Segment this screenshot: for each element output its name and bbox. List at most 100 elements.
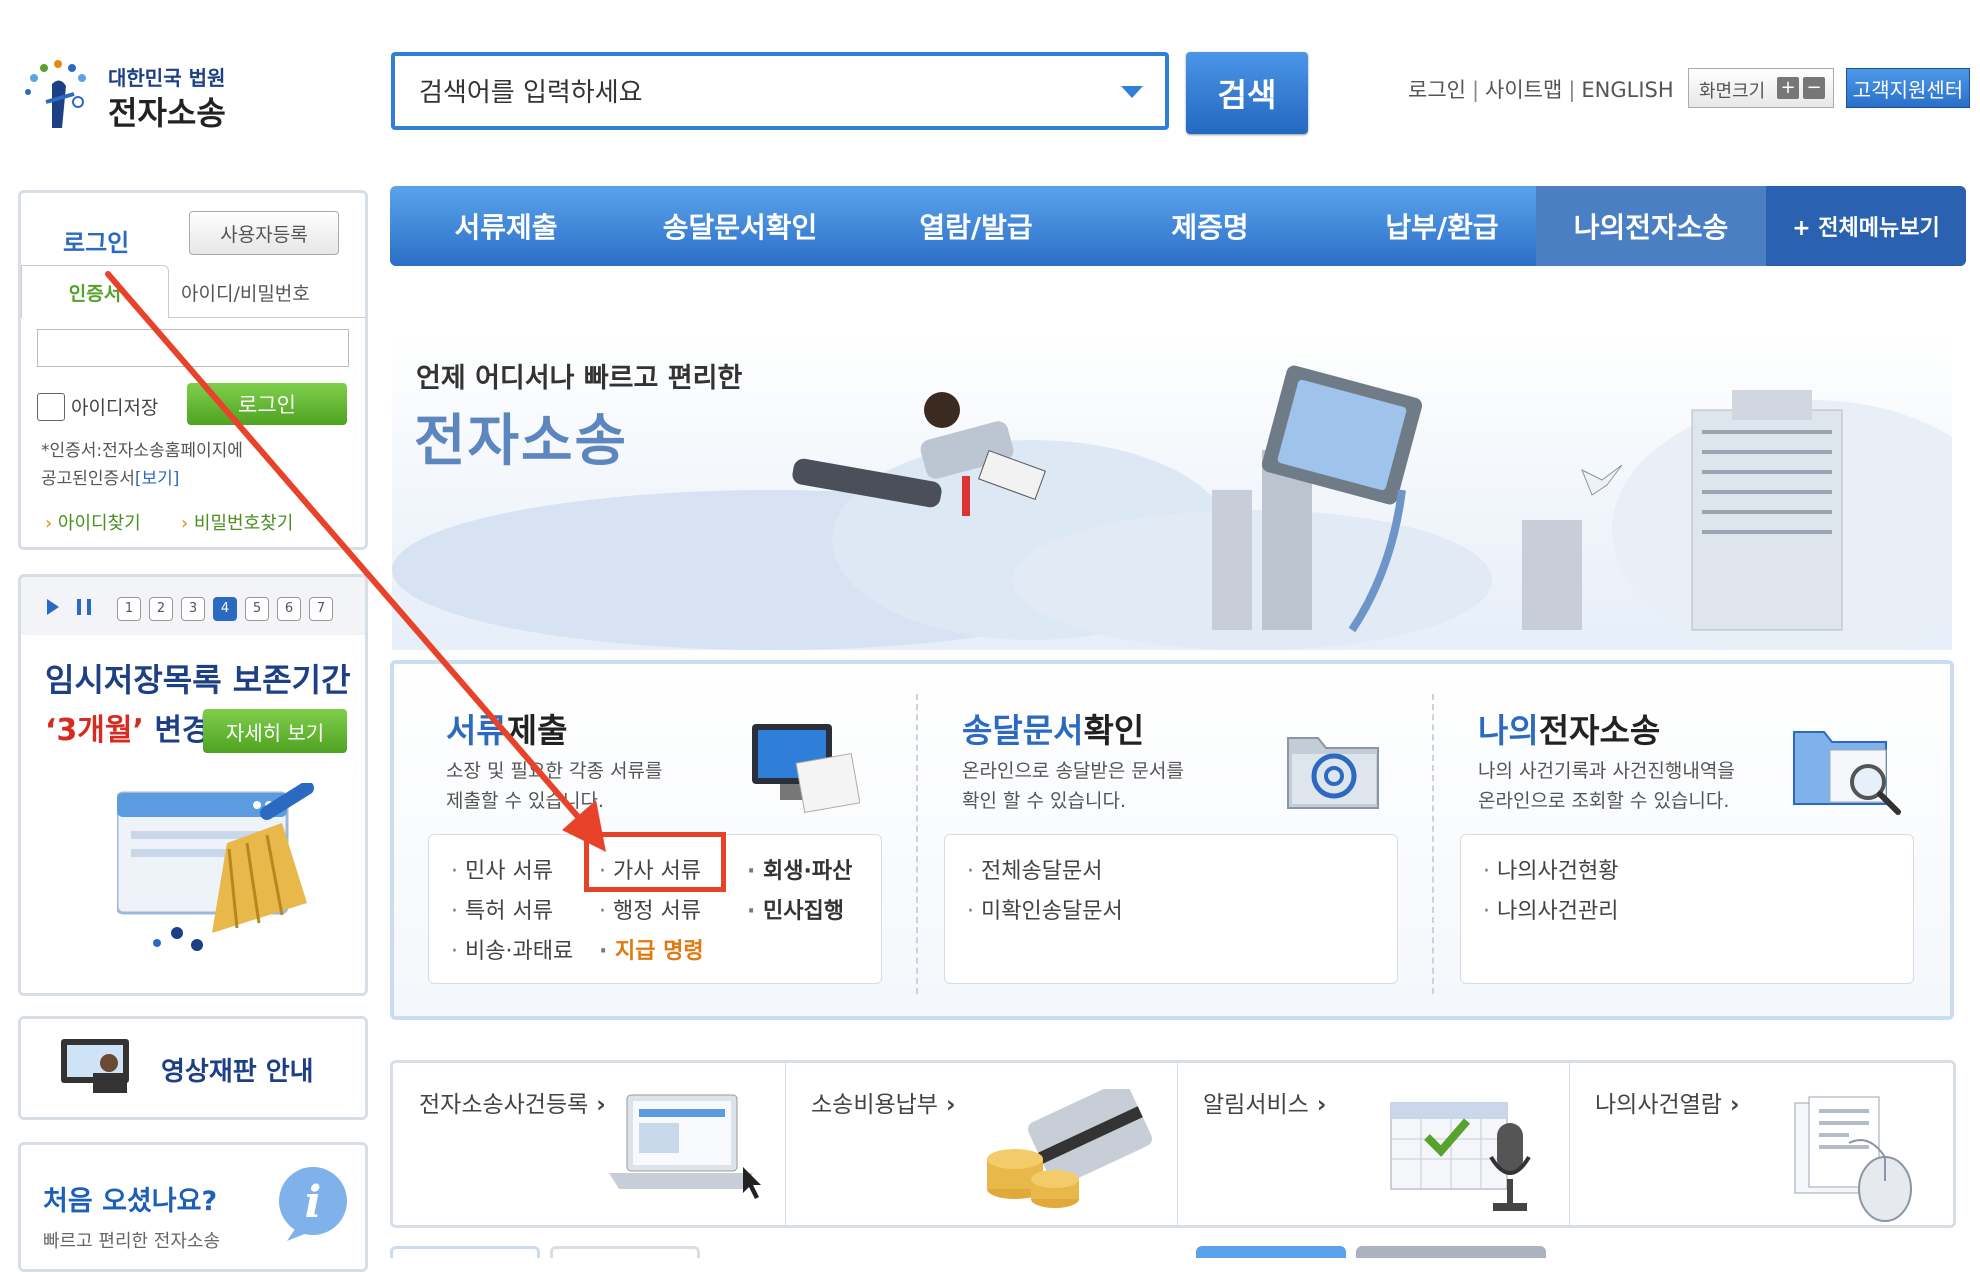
broom-icon: [115, 781, 317, 953]
bottom-tab[interactable]: [390, 1246, 540, 1258]
zoom-label: 화면크기: [1699, 81, 1766, 102]
link-my-case-status[interactable]: 나의사건현황: [1483, 853, 1618, 885]
desc-line: 온라인으로 송달받은 문서를: [962, 760, 1184, 782]
login-panel: 로그인 사용자등록 인증서 아이디/비밀번호 아이디저장 로그인 *인증서:전자…: [18, 190, 368, 550]
coins-card-icon: [965, 1081, 1165, 1219]
quick-my-case-view[interactable]: 나의사건열람: [1569, 1063, 1961, 1225]
search-button[interactable]: 검색: [1186, 52, 1308, 134]
sitemap-link[interactable]: 사이트맵: [1485, 78, 1562, 102]
link-civil-documents[interactable]: 민사 서류: [451, 853, 553, 885]
slide-page-2[interactable]: 2: [149, 597, 173, 621]
notice-slider: 1 2 3 4 5 6 7 임시저장목록 보존기간 ‘3개월’ 변경 자세히 보…: [18, 574, 368, 996]
bottom-tabs: [390, 1246, 1956, 1258]
note-line-2: 공고된인증서: [41, 469, 135, 489]
svg-text:i: i: [305, 1177, 322, 1228]
slide-page-3[interactable]: 3: [181, 597, 205, 621]
service-title-delivery-check[interactable]: 송달문서확인: [962, 704, 1144, 752]
link-non-contentious-fines[interactable]: 비송·과태료: [451, 933, 573, 965]
service-title-my-ecourt[interactable]: 나의전자소송: [1478, 704, 1660, 752]
quick-ecase-registration[interactable]: 전자소송사건등록: [393, 1063, 786, 1225]
slide-page-5[interactable]: 5: [245, 597, 269, 621]
zoom-in-button[interactable]: +: [1777, 77, 1799, 99]
slide-page-6[interactable]: 6: [277, 597, 301, 621]
desc-line: 제출할 수 있습니다.: [446, 790, 604, 812]
login-button[interactable]: 로그인: [187, 383, 347, 425]
slide-page-1[interactable]: 1: [117, 597, 141, 621]
certificate-note: *인증서:전자소송홈페이지에 공고된인증서[보기]: [41, 437, 361, 493]
service-title-blue: 송달문서: [962, 711, 1084, 750]
remember-id-checkbox[interactable]: [37, 393, 65, 421]
slide-highlight: ‘3개월’: [45, 713, 144, 748]
utility-links: 로그인 | 사이트맵 | ENGLISH: [1408, 74, 1674, 104]
desc-line: 소장 및 필요한 각종 서류를: [446, 760, 663, 782]
nav-my-ecourt[interactable]: 나의전자소송: [1536, 186, 1766, 266]
search-input[interactable]: [417, 70, 1101, 116]
pause-icon[interactable]: [77, 599, 91, 615]
court-emblem-icon[interactable]: [22, 58, 98, 134]
slide-page-7[interactable]: 7: [309, 597, 333, 621]
video-trial-guide[interactable]: 영상재판 안내: [18, 1016, 368, 1120]
folder-search-icon: [1790, 720, 1910, 820]
first-visit-subtitle: 빠르고 편리한 전자소송: [43, 1231, 221, 1252]
desc-line: 확인 할 수 있습니다.: [962, 790, 1126, 812]
english-link[interactable]: ENGLISH: [1581, 78, 1673, 102]
slide-page-4[interactable]: 4: [213, 597, 237, 621]
certificate-input[interactable]: [37, 329, 349, 367]
zoom-out-button[interactable]: −: [1803, 77, 1825, 99]
quick-links: 전자소송사건등록 소송비용납부: [390, 1060, 1956, 1228]
link-civil-execution[interactable]: 민사집행: [747, 893, 844, 925]
link-rehabilitation-bankruptcy[interactable]: 회생·파산: [747, 853, 852, 885]
desc-line: 온라인으로 조회할 수 있습니다.: [1478, 790, 1730, 812]
search-box: [391, 52, 1169, 130]
find-id-link[interactable]: 아이디찾기: [45, 509, 141, 535]
slide-subtitle: ‘3개월’ 변경: [45, 705, 210, 749]
bottom-tab[interactable]: [1356, 1246, 1546, 1258]
quick-label: 소송비용납부: [811, 1085, 955, 1119]
login-link[interactable]: 로그인: [1408, 78, 1466, 102]
service-title-document-submit[interactable]: 서류제출: [446, 704, 567, 752]
login-tabs: 인증서 아이디/비밀번호: [21, 265, 365, 318]
nav-delivery-check[interactable]: 송달문서확인: [622, 186, 858, 266]
play-icon[interactable]: [47, 599, 59, 615]
slide-title-rest: 변경: [143, 713, 210, 748]
nav-view-issue[interactable]: 열람/발급: [858, 186, 1094, 266]
info-icon: i: [273, 1163, 353, 1243]
logo-subtitle: 대한민국 법원: [108, 66, 226, 90]
service-title-blue: 나의: [1478, 711, 1539, 750]
link-payment-order[interactable]: 지급 명령: [599, 933, 704, 965]
quick-litigation-fee[interactable]: 소송비용납부: [785, 1063, 1178, 1225]
monitor-document-icon: [750, 718, 861, 818]
link-unconfirmed-delivery-docs[interactable]: 미확인송달문서: [967, 893, 1123, 925]
tab-certificate[interactable]: 인증서: [21, 265, 169, 318]
link-administrative-documents[interactable]: 행정 서류: [599, 893, 701, 925]
dropdown-caret-icon[interactable]: [1121, 86, 1143, 98]
bottom-tab[interactable]: [550, 1246, 700, 1258]
first-visit-panel[interactable]: 처음 오셨나요? 빠르고 편리한 전자소송 i: [18, 1142, 368, 1272]
service-title-blue: 서류: [446, 711, 507, 750]
link-patent-documents[interactable]: 특허 서류: [451, 893, 553, 925]
slide-title: 임시저장목록 보존기간: [45, 661, 351, 699]
register-button[interactable]: 사용자등록: [189, 211, 339, 255]
quick-label: 나의사건열람: [1595, 1085, 1739, 1119]
remember-id-label: 아이디저장: [71, 397, 159, 419]
logo-title[interactable]: 전자소송: [108, 88, 226, 134]
desc-line: 나의 사건기록과 사건진행내역을: [1478, 760, 1735, 782]
link-all-delivery-docs[interactable]: 전체송달문서: [967, 853, 1102, 885]
service-title-rest: 전자소송: [1538, 711, 1661, 750]
all-menu-button[interactable]: + 전체메뉴보기: [1766, 186, 1966, 266]
detail-button[interactable]: 자세히 보기: [203, 709, 347, 753]
login-title: 로그인: [63, 229, 130, 257]
service-title-rest: 제출: [506, 711, 568, 750]
nav-payment-refund[interactable]: 납부/환급: [1326, 186, 1558, 266]
hero-subtitle: 언제 어디서나 빠르고 편리한: [416, 363, 743, 394]
link-my-case-management[interactable]: 나의사건관리: [1483, 893, 1618, 925]
divider: |: [1471, 78, 1480, 102]
quick-notification-service[interactable]: 알림서비스: [1177, 1063, 1570, 1225]
find-password-link[interactable]: 비밀번호찾기: [181, 509, 293, 535]
view-certificates-link[interactable]: [보기]: [135, 469, 180, 489]
tab-id-password[interactable]: 아이디/비밀번호: [181, 279, 310, 306]
nav-document-submit[interactable]: 서류제출: [390, 186, 622, 266]
bottom-tab[interactable]: [1196, 1246, 1346, 1258]
nav-certificates[interactable]: 제증명: [1094, 186, 1326, 266]
customer-center-button[interactable]: 고객지원센터: [1846, 68, 1970, 108]
